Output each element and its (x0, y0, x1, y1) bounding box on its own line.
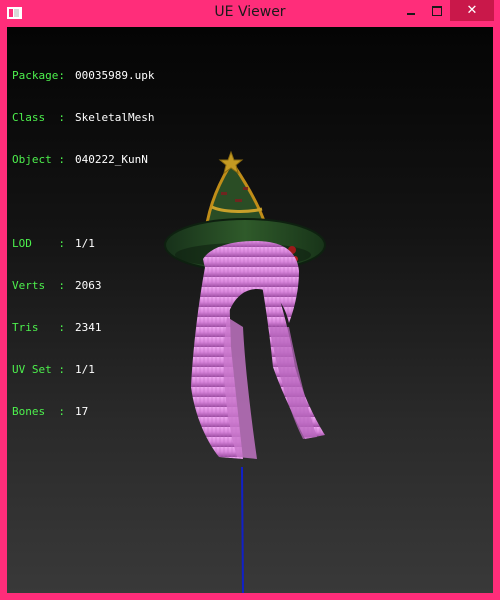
close-icon: ✕ (466, 3, 478, 18)
title-bar[interactable]: UE Viewer ✕ (0, 0, 500, 27)
app-window: UE Viewer ✕ Package: 00035989.upk Class :… (0, 0, 500, 600)
bone-axis-line (241, 466, 244, 593)
close-button[interactable]: ✕ (450, 0, 494, 21)
skeletal-mesh-render (164, 150, 326, 593)
maximize-button[interactable] (424, 0, 449, 21)
3d-viewport[interactable]: Package: 00035989.upk Class : SkeletalMesh… (7, 27, 493, 593)
minimize-button[interactable] (398, 0, 423, 21)
minimize-icon (406, 12, 415, 15)
hair-mesh (191, 241, 325, 459)
maximize-icon (431, 5, 442, 16)
